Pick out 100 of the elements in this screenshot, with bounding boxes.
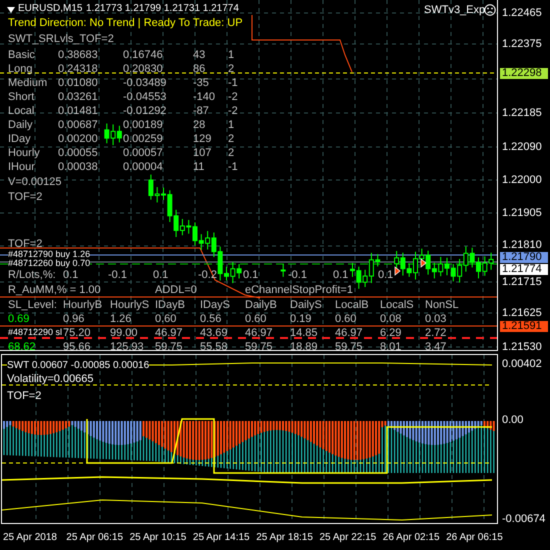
- sl-cell: 0.03: [425, 314, 446, 325]
- level-cell: 0.00189: [123, 120, 163, 131]
- sl-level: 68.62: [8, 342, 36, 350]
- volatility-value: V=0.00125: [8, 177, 62, 188]
- sl-cell: 59.75: [245, 342, 273, 350]
- level-cell: -0.04553: [123, 92, 166, 103]
- tof-label: TOF=2: [7, 391, 42, 402]
- sl-cell: 0.19: [290, 314, 312, 325]
- sl-cell: 0.60: [245, 314, 266, 325]
- candle: [280, 264, 286, 278]
- level-cell: 0.00687: [58, 120, 98, 131]
- lots-value: 0.1: [243, 270, 258, 281]
- order-label: #48712290 sl: [8, 328, 62, 337]
- ohlc-prices: 1.21773 1.21799 1.21731 1.21774: [86, 4, 239, 14]
- level-cell: -87: [193, 106, 209, 117]
- sl-header: IDayB: [155, 300, 185, 311]
- time-tick: 26 Apr 02:15: [382, 533, 440, 543]
- level-cell: 107: [193, 148, 212, 159]
- tof-label: TOF=2: [8, 192, 42, 203]
- level-cell: 0.01080: [58, 78, 98, 89]
- arrow-marker-icon: [420, 258, 427, 268]
- level-cell: 0.24318: [58, 64, 98, 75]
- indicator-values: SWT 0.00607 -0.00085 0.00016: [7, 361, 150, 371]
- lots-label: R/Lots,%:: [8, 270, 56, 281]
- level-cell: 2: [228, 134, 234, 145]
- sl-header: LocalS: [380, 300, 414, 311]
- price-badge: 1.21774: [500, 264, 548, 275]
- level-cell: 0.00259: [123, 134, 163, 145]
- sl-level: 0.69: [8, 314, 30, 325]
- level-cell: 1: [228, 50, 234, 61]
- arrow-marker-icon: [394, 266, 401, 276]
- aumm-label: R_AuMM,% = 1.00: [8, 285, 101, 296]
- level-cell: -0.01292: [123, 106, 166, 117]
- sl-cell: 0.56: [200, 314, 222, 325]
- sl-cell: 8.01: [380, 342, 402, 350]
- indicator-tick: -0.00674: [502, 514, 546, 525]
- level-cell: -1: [228, 162, 238, 173]
- level-cell: -2: [228, 106, 238, 117]
- price-tick: 1.22090: [502, 142, 542, 153]
- sl-cell: 59.75: [155, 342, 183, 350]
- sl-cell: 46.97: [335, 328, 363, 339]
- dropdown-triangle-icon[interactable]: [7, 7, 15, 13]
- level-cell: 0.16746: [123, 50, 163, 61]
- level-cell: 11: [193, 162, 204, 173]
- time-tick: 26 Apr 06:15: [446, 533, 503, 543]
- level-cell: Basic: [8, 50, 35, 61]
- level-cell: 43: [193, 50, 206, 61]
- sl-cell: 125.93: [110, 342, 144, 350]
- price-tick: 1.21530: [502, 342, 542, 353]
- sl-cell: 3.47: [425, 342, 446, 350]
- order-label: #48712790 buy 1.26: [8, 250, 90, 259]
- price-tick: 1.22375: [502, 39, 542, 50]
- price-tick: 1.21715: [502, 277, 542, 288]
- level-cell: -0.03489: [123, 78, 166, 89]
- time-tick: 25 Apr 18:15: [256, 533, 313, 543]
- level-cell: 0.00200: [58, 134, 98, 145]
- price-badge: 1.21591: [500, 321, 548, 332]
- sl-cell: 95.66: [63, 342, 91, 350]
- sl-header: HourlyB: [63, 300, 102, 311]
- lots-value: 0.1: [333, 270, 348, 281]
- sl-cell: 46.97: [245, 328, 273, 339]
- lots-value: 0.1: [153, 270, 168, 281]
- level-cell: 0.01481: [58, 106, 98, 117]
- level-cell: IHour: [8, 162, 35, 173]
- time-tick: 25 Apr 22:15: [320, 533, 376, 543]
- sl-header: IDayS: [200, 300, 230, 311]
- sl-cell: 46.97: [155, 328, 183, 339]
- indicator-tick: 0.00402: [502, 359, 542, 370]
- sl-cell: 59.75: [335, 342, 363, 350]
- level-cell: -140: [193, 92, 216, 103]
- symbol-label: EURUSD,M15: [18, 4, 82, 14]
- lots-value: -0.1: [288, 270, 307, 281]
- lots-value: 0.1: [378, 270, 394, 281]
- levels-title: SWT_SRLvls_TOF=2: [8, 34, 114, 45]
- time-tick: 25 Apr 14:15: [192, 533, 250, 543]
- level-cell: 0.00038: [58, 162, 98, 173]
- sl-header: NonSL: [425, 300, 459, 311]
- expert-name: SWTv3_Exp: [424, 5, 486, 16]
- lots-value: -0.1: [108, 270, 127, 281]
- price-tick: 1.21625: [502, 308, 542, 319]
- price-tick: 1.21905: [502, 208, 542, 219]
- sl-cell: 18.89: [290, 342, 318, 350]
- level-cell: 0.20830: [123, 64, 163, 75]
- sl-cell: 0.96: [63, 314, 84, 325]
- price-tick: 1.22465: [502, 8, 542, 19]
- level-cell: 86: [193, 64, 206, 75]
- sl-header: DailyS: [290, 300, 322, 311]
- level-cell: -35: [193, 78, 209, 89]
- volatility-label: Volatility=0.00665: [7, 374, 94, 385]
- trend-status: Trend Direcrion: No Trend | Ready To Trade: UP: [8, 18, 243, 29]
- level-cell: Medium: [8, 78, 48, 89]
- level-cell: 129: [193, 134, 212, 145]
- price-tick: 1.22000: [502, 175, 542, 186]
- price-tick: 1.21810: [502, 240, 542, 251]
- level-cell: 0.00004: [123, 162, 163, 173]
- sl-cell: 0.60: [335, 314, 356, 325]
- sl-header: LocalB: [335, 300, 369, 311]
- sl-cell: 0.60: [155, 314, 176, 325]
- level-cell: IDay: [8, 134, 31, 145]
- level-cell: Hourly: [8, 148, 40, 159]
